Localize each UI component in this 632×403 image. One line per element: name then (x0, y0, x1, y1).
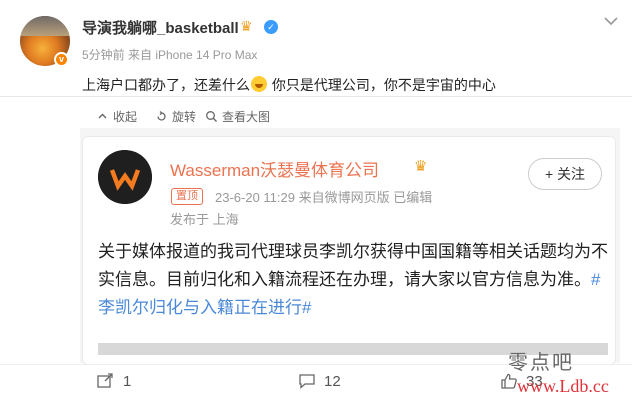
pinned-badge: 置顶 (171, 188, 203, 205)
chevron-down-icon[interactable] (600, 10, 622, 32)
post-meta: 5分钟前 来自 iPhone 14 Pro Max (82, 48, 258, 62)
view-large-button[interactable]: 查看大图 (205, 108, 270, 125)
card-location: 发布于 上海 (170, 212, 239, 227)
vip-badge-icon: v (54, 52, 69, 67)
zoom-in-icon (206, 111, 217, 122)
post-username[interactable]: 导演我躺哪_basketball (82, 17, 239, 38)
rotate-icon (157, 111, 166, 121)
collect-button[interactable]: 收起 (96, 108, 137, 125)
post-text-part2: 你只是代理公司，你不是宇宙的中心 (268, 77, 496, 93)
rotate-label: 旋转 (172, 110, 197, 124)
repost-button[interactable]: 1 (97, 373, 131, 390)
header-divider (0, 96, 632, 97)
thumbs-up-icon (501, 373, 517, 389)
card-body-main: 关于媒体报道的我司代理球员李凯尔获得中国国籍等相关话题均为不实信息。目前归化和入… (98, 242, 608, 289)
repost-icon (97, 373, 113, 388)
card-meta: 23-6-20 11:29 来自微博网页版 已编辑 (215, 190, 433, 205)
verified-icon: ✓ (264, 20, 278, 34)
card-username[interactable]: Wasserman沃瑟曼体育公司 (170, 156, 379, 181)
rotate-button[interactable]: 旋转 (155, 108, 196, 125)
comment-count: 12 (324, 373, 341, 390)
comment-button[interactable]: 12 (298, 373, 341, 390)
watermark-url: www.Ldb.cc (517, 376, 609, 396)
watermark-text: 零点吧 (508, 350, 574, 374)
comment-icon (299, 374, 315, 389)
crown-icon: ♛ (240, 18, 253, 34)
follow-button[interactable]: + 关注 (528, 158, 602, 190)
repost-count: 1 (123, 373, 132, 390)
post-text: 上海户口都办了，还差什么 你只是代理公司，你不是宇宙的中心 (82, 75, 496, 95)
view-large-label: 查看大图 (222, 110, 271, 124)
card-body-text: 关于媒体报道的我司代理球员李凯尔获得中国国籍等相关话题均为不实信息。目前归化和入… (98, 238, 608, 322)
wasserman-logo[interactable] (98, 150, 152, 204)
collect-label: 收起 (113, 110, 138, 124)
card-crown-icon: ♛ (414, 158, 428, 175)
laugh-emoji-icon (251, 76, 267, 92)
collapse-icon (98, 113, 107, 119)
post-text-part1: 上海户口都办了，还差什么 (82, 77, 250, 93)
